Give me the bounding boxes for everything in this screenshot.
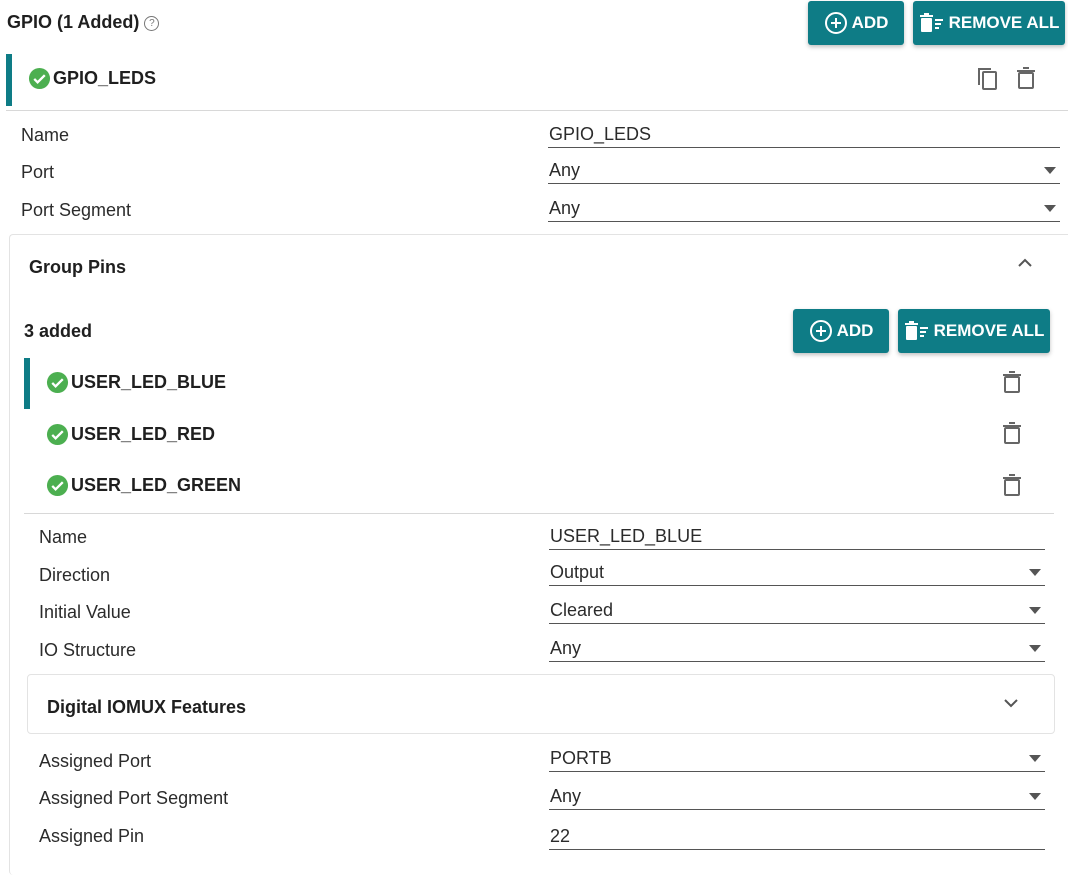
dropdown-arrow-icon: [1029, 793, 1041, 800]
pin-name: USER_LED_BLUE: [71, 372, 227, 392]
pin-list-item[interactable]: USER_LED_RED: [46, 423, 215, 446]
divider: [6, 110, 1068, 111]
help-icon[interactable]: ?: [144, 16, 160, 31]
check-circle-icon: [46, 474, 69, 497]
remove-all-pins-button[interactable]: REMOVE ALL: [898, 309, 1050, 353]
add-button[interactable]: ADD: [808, 1, 904, 45]
assigned-port-segment-label: Assigned Port Segment: [39, 788, 229, 808]
add-circle-icon: [824, 12, 847, 34]
initial-value-select[interactable]: Cleared: [549, 598, 1045, 624]
direction-select-value: Output: [550, 562, 605, 582]
remove-all-button[interactable]: REMOVE ALL: [913, 1, 1065, 45]
port-select-value: Any: [549, 160, 581, 180]
iomux-title: Digital IOMUX Features: [47, 697, 247, 717]
port-segment-select-value: Any: [549, 198, 581, 218]
add-button-label: ADD: [851, 13, 889, 32]
pin-name: USER_LED_RED: [71, 424, 216, 444]
divider: [24, 513, 1054, 514]
chevron-down-icon[interactable]: [1002, 696, 1020, 710]
direction-select[interactable]: Output: [549, 560, 1045, 586]
assigned-port-segment-select[interactable]: Any: [549, 784, 1045, 810]
assigned-port-segment-select-value: Any: [550, 786, 582, 806]
pins-count: 3 added: [24, 321, 93, 341]
add-pin-button-label: ADD: [836, 321, 874, 340]
delete-sweep-icon: [919, 13, 943, 32]
chevron-up-icon[interactable]: [1016, 256, 1034, 270]
group-pins-title: Group Pins: [29, 257, 127, 277]
port-select[interactable]: Any: [548, 158, 1060, 184]
check-circle-icon: [28, 67, 51, 90]
port-segment-label: Port Segment: [21, 200, 132, 220]
copy-icon[interactable]: [976, 66, 1000, 92]
page-title: GPIO (1 Added)?: [7, 12, 160, 33]
direction-label: Direction: [39, 565, 111, 585]
dropdown-arrow-icon: [1029, 755, 1041, 762]
dropdown-arrow-icon: [1044, 205, 1056, 212]
add-circle-icon: [809, 320, 832, 342]
io-structure-label: IO Structure: [39, 640, 137, 660]
name-label: Name: [21, 125, 70, 145]
pin-name-input[interactable]: USER_LED_BLUE: [549, 524, 1045, 550]
check-circle-icon: [46, 371, 69, 394]
dropdown-arrow-icon: [1029, 607, 1041, 614]
io-structure-select[interactable]: Any: [549, 636, 1045, 662]
name-input[interactable]: GPIO_LEDS: [548, 122, 1060, 148]
selected-indicator: [24, 358, 30, 409]
initial-value-label: Initial Value: [39, 602, 131, 622]
delete-icon[interactable]: [1002, 474, 1022, 496]
page-title-text: GPIO (1 Added): [7, 12, 140, 32]
instance-name: GPIO_LEDS: [53, 68, 157, 88]
check-circle-icon: [46, 423, 69, 446]
delete-icon[interactable]: [1002, 371, 1022, 393]
remove-all-pins-button-label: REMOVE ALL: [933, 321, 1045, 340]
dropdown-arrow-icon: [1029, 645, 1041, 652]
selected-indicator: [6, 54, 12, 106]
initial-value-select-value: Cleared: [550, 600, 614, 620]
pin-name: USER_LED_GREEN: [71, 475, 242, 495]
assigned-port-select[interactable]: PORTB: [549, 746, 1045, 772]
delete-sweep-icon: [904, 321, 928, 340]
port-segment-select[interactable]: Any: [548, 196, 1060, 222]
remove-all-button-label: REMOVE ALL: [948, 13, 1060, 32]
pin-list-item[interactable]: USER_LED_BLUE: [46, 371, 226, 394]
delete-icon[interactable]: [1016, 67, 1036, 89]
delete-icon[interactable]: [1002, 422, 1022, 444]
assigned-pin-input[interactable]: 22: [549, 824, 1045, 850]
assigned-pin-label: Assigned Pin: [39, 826, 145, 846]
assigned-port-label: Assigned Port: [39, 751, 152, 771]
pin-list-item[interactable]: USER_LED_GREEN: [46, 474, 241, 497]
port-label: Port: [21, 162, 55, 182]
pin-name-label: Name: [39, 527, 88, 547]
instance-item[interactable]: GPIO_LEDS: [28, 67, 156, 90]
dropdown-arrow-icon: [1044, 167, 1056, 174]
dropdown-arrow-icon: [1029, 569, 1041, 576]
add-pin-button[interactable]: ADD: [793, 309, 889, 353]
assigned-port-select-value: PORTB: [550, 748, 612, 768]
io-structure-select-value: Any: [550, 638, 582, 658]
